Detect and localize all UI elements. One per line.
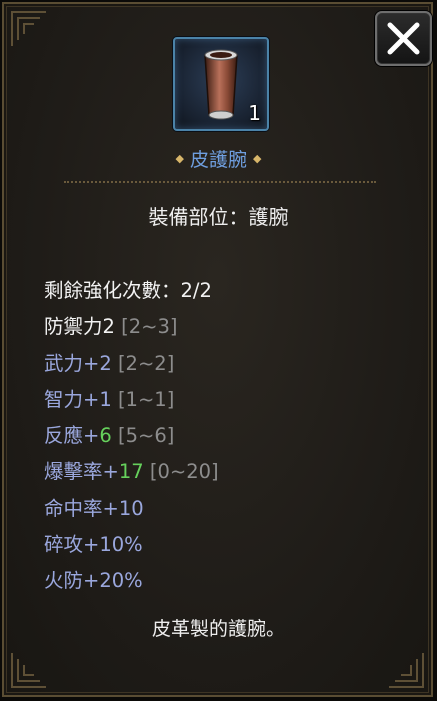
equip-slot-text: 裝備部位：護腕 [148, 205, 289, 229]
stat-line: 碎攻+10% [44, 533, 143, 557]
close-button[interactable] [375, 11, 432, 66]
item-icon-slot: 1 [173, 37, 269, 131]
stat-line: 反應+6 [5~6] [44, 424, 175, 448]
corner-ornament [10, 10, 48, 48]
stat-line: 爆擊率+17 [0~20] [44, 460, 219, 484]
stats-list: 剩餘強化次數：2/2 防禦力2 [2~3] 武力+2 [2~2] 智力+1 [1… [44, 273, 219, 600]
item-count: 1 [248, 101, 261, 125]
corner-ornament [387, 651, 425, 689]
diamond-icon: ◆ [175, 151, 184, 165]
enhance-count: 剩餘強化次數：2/2 [44, 279, 212, 302]
item-description: 皮革製的護腕。 [151, 618, 285, 640]
stat-line: 命中率+10 [44, 496, 144, 520]
leather-bracer-icon [204, 49, 238, 120]
item-name: 皮護腕 [189, 149, 247, 171]
stat-line: 智力+1 [1~1] [44, 387, 175, 411]
close-icon [387, 22, 420, 55]
corner-ornament [10, 651, 48, 689]
stat-line: 火防+20% [44, 569, 143, 593]
diamond-icon: ◆ [253, 151, 262, 165]
item-title: ◆ 皮護腕 ◆ [0, 146, 437, 174]
title-divider [64, 181, 376, 183]
stat-line: 防禦力2 [2~3] [44, 315, 178, 339]
stat-line: 武力+2 [2~2] [44, 351, 175, 375]
